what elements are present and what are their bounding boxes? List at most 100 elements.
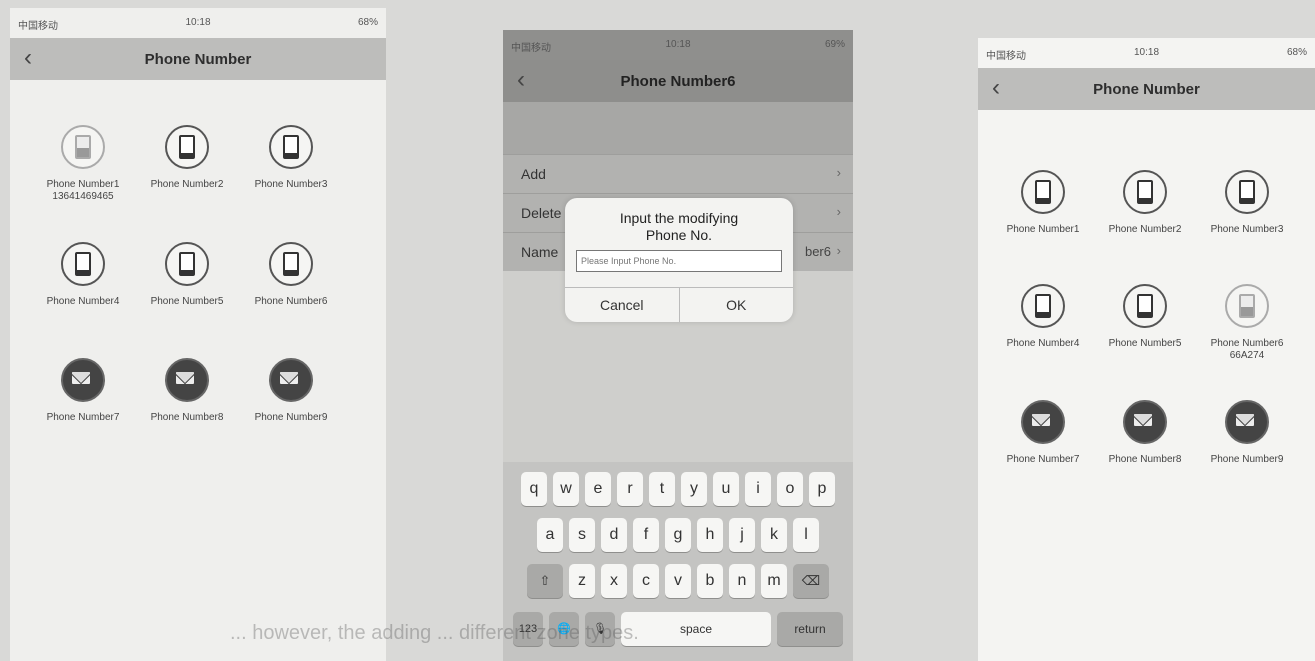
phone-glyph: [1035, 180, 1051, 204]
key-k[interactable]: k: [761, 518, 787, 552]
envelope-icon: [165, 358, 209, 402]
key-n[interactable]: n: [729, 564, 755, 598]
phone-number-item[interactable]: Phone Number1: [988, 170, 1098, 235]
phone-number-item[interactable]: Phone Number4: [28, 242, 138, 307]
add-row[interactable]: Add ›: [503, 154, 853, 193]
phone-number-item[interactable]: Phone Number9: [236, 358, 346, 423]
phone-icon: [61, 242, 105, 286]
phone-number-item[interactable]: Phone Number6 66A274: [1192, 284, 1302, 361]
phone-number-item[interactable]: Phone Number9: [1192, 400, 1302, 465]
dialog-buttons: Cancel OK: [565, 287, 793, 322]
keyboard-row-2: asdfghjkl: [503, 518, 853, 552]
phone-number-item[interactable]: Phone Number7: [988, 400, 1098, 465]
cancel-button[interactable]: Cancel: [565, 288, 679, 322]
row-label: Delete: [521, 205, 562, 221]
phone-screen-edit: 中国移动 10:18 69% ‹ Phone Number6 Add › Del…: [503, 30, 853, 661]
envelope-icon: [1225, 400, 1269, 444]
phone-screen-list-1: 中国移动 10:18 68% ‹ Phone Number Phone Numb…: [10, 8, 386, 661]
key-g[interactable]: g: [665, 518, 691, 552]
time-label: 10:18: [665, 39, 691, 50]
phone-screen-list-2: 中国移动 10:18 68% ‹ Phone Number Phone Numb…: [978, 38, 1315, 661]
key-v[interactable]: v: [665, 564, 691, 598]
phone-number-item[interactable]: Phone Number2: [1090, 170, 1200, 235]
phone-glyph: [283, 252, 299, 276]
item-label: Phone Number3: [1210, 224, 1284, 235]
key-q[interactable]: q: [521, 472, 547, 506]
keyboard-row-3: ⇧ zxcvbnm ⌫: [503, 564, 853, 598]
key-o[interactable]: o: [777, 472, 803, 506]
item-number: 13641469465: [52, 191, 114, 202]
ok-button[interactable]: OK: [678, 288, 794, 322]
key-p[interactable]: p: [809, 472, 835, 506]
backspace-key[interactable]: ⌫: [793, 564, 829, 598]
phone-glyph: [1137, 180, 1153, 204]
item-label: Phone Number5: [150, 296, 224, 307]
phone-icon: [1123, 170, 1167, 214]
item-label: Phone Number9: [254, 412, 328, 423]
envelope-glyph: [1134, 414, 1152, 426]
phone-number-item[interactable]: Phone Number5: [132, 242, 242, 307]
time-label: 10:18: [1133, 47, 1160, 58]
key-d[interactable]: d: [601, 518, 627, 552]
keyboard-row-1: qwertyuiop: [503, 472, 853, 506]
key-t[interactable]: t: [649, 472, 675, 506]
row-label: Add: [521, 166, 546, 182]
envelope-glyph: [280, 372, 298, 384]
phone-number-item[interactable]: Phone Number2: [132, 125, 242, 190]
phone-number-item[interactable]: Phone Number8: [1090, 400, 1200, 465]
phone-number-item[interactable]: Phone Number1 13641469465: [28, 125, 138, 202]
key-w[interactable]: w: [553, 472, 579, 506]
key-c[interactable]: c: [633, 564, 659, 598]
phone-number-item[interactable]: Phone Number3: [1192, 170, 1302, 235]
key-h[interactable]: h: [697, 518, 723, 552]
envelope-icon: [61, 358, 105, 402]
phone-number-item[interactable]: Phone Number8: [132, 358, 242, 423]
phone-number-item[interactable]: Phone Number7: [28, 358, 138, 423]
key-a[interactable]: a: [537, 518, 563, 552]
battery-label: 68%: [357, 17, 378, 28]
phone-glyph: [179, 135, 195, 159]
key-y[interactable]: y: [681, 472, 707, 506]
key-i[interactable]: i: [745, 472, 771, 506]
item-label: Phone Number6: [254, 296, 328, 307]
return-key[interactable]: return: [777, 612, 843, 646]
item-label: Phone Number2: [150, 179, 224, 190]
key-e[interactable]: e: [585, 472, 611, 506]
phone-icon: [1123, 284, 1167, 328]
key-r[interactable]: r: [617, 472, 643, 506]
dialog-title-line1: Input the modifying: [619, 210, 739, 226]
phone-icon: [1225, 170, 1269, 214]
envelope-glyph: [176, 372, 194, 384]
modify-phone-dialog: Input the modifying Phone No. Cancel OK: [565, 198, 793, 322]
key-m[interactable]: m: [761, 564, 787, 598]
phone-number-item[interactable]: Phone Number6: [236, 242, 346, 307]
chevron-right-icon: ›: [836, 204, 841, 219]
status-bar: 中国移动 10:18 69%: [503, 30, 853, 60]
phone-glyph: [1239, 180, 1255, 204]
key-l[interactable]: l: [793, 518, 819, 552]
key-f[interactable]: f: [633, 518, 659, 552]
key-u[interactable]: u: [713, 472, 739, 506]
envelope-icon: [269, 358, 313, 402]
key-x[interactable]: x: [601, 564, 627, 598]
phone-glyph: [283, 135, 299, 159]
space-key[interactable]: space: [621, 612, 771, 646]
phone-glyph: [75, 252, 91, 276]
phone-number-item[interactable]: Phone Number4: [988, 284, 1098, 349]
phone-number-item[interactable]: Phone Number5: [1090, 284, 1200, 349]
key-s[interactable]: s: [569, 518, 595, 552]
phone-glyph: [1035, 294, 1051, 318]
page-title: Phone Number: [1093, 81, 1200, 98]
page-title: Phone Number: [144, 51, 252, 68]
phone-number-item[interactable]: Phone Number3: [236, 125, 346, 190]
key-z[interactable]: z: [569, 564, 595, 598]
key-j[interactable]: j: [729, 518, 755, 552]
envelope-icon: [1021, 400, 1065, 444]
key-b[interactable]: b: [697, 564, 723, 598]
phone-number-input[interactable]: [576, 250, 782, 272]
shift-key[interactable]: ⇧: [527, 564, 563, 598]
item-label: Phone Number2: [1108, 224, 1182, 235]
battery-label: 69%: [824, 39, 845, 50]
item-label: Phone Number1: [46, 179, 120, 190]
item-label: Phone Number1: [1006, 224, 1080, 235]
